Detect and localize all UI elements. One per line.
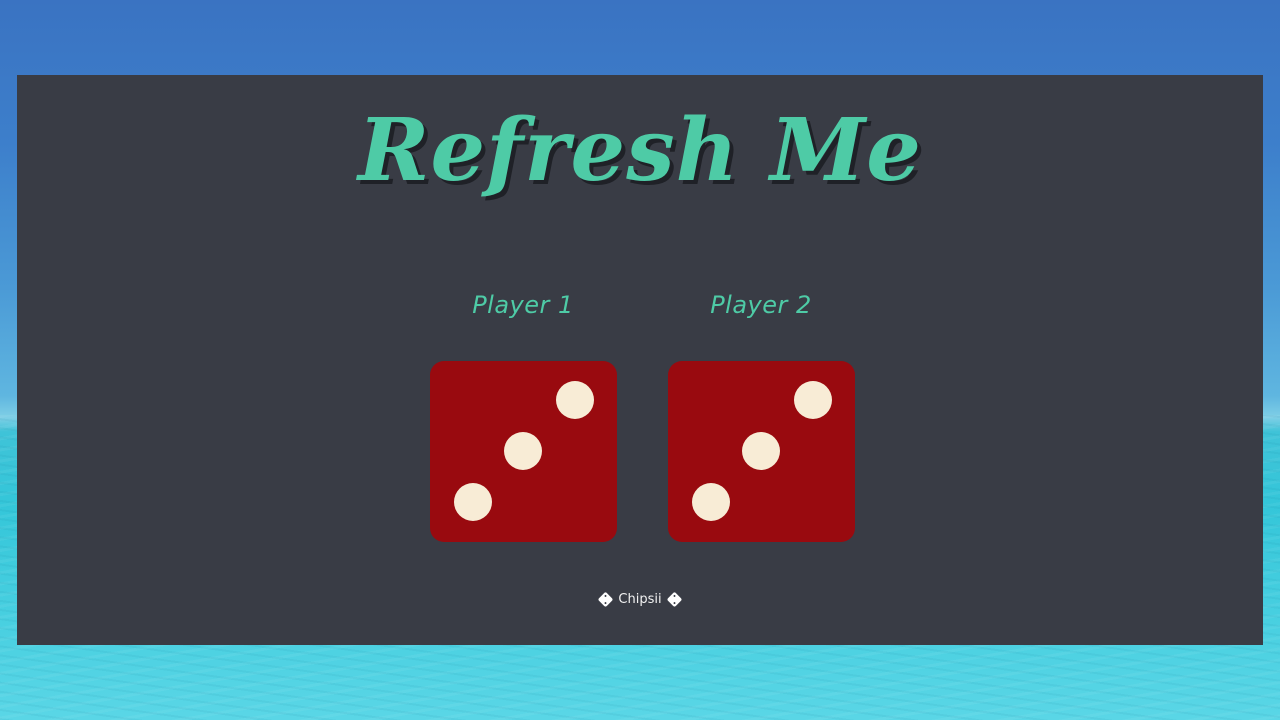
dice-icon xyxy=(598,591,614,608)
player-2-label: Player 2 xyxy=(710,291,812,319)
footer-credit-text: Chipsii xyxy=(618,592,662,607)
dice-icon xyxy=(666,591,682,608)
die-pip xyxy=(742,432,780,470)
player-1-label: Player 1 xyxy=(472,291,574,319)
player-1-die xyxy=(430,361,617,542)
die-pip xyxy=(692,483,730,521)
die-pip xyxy=(556,381,594,419)
game-title: Refresh Me xyxy=(357,100,922,201)
die-pip xyxy=(504,432,542,470)
footer-credit: Chipsii xyxy=(0,591,1280,608)
player-2-die xyxy=(668,361,855,542)
die-pip xyxy=(794,381,832,419)
die-pip xyxy=(454,483,492,521)
